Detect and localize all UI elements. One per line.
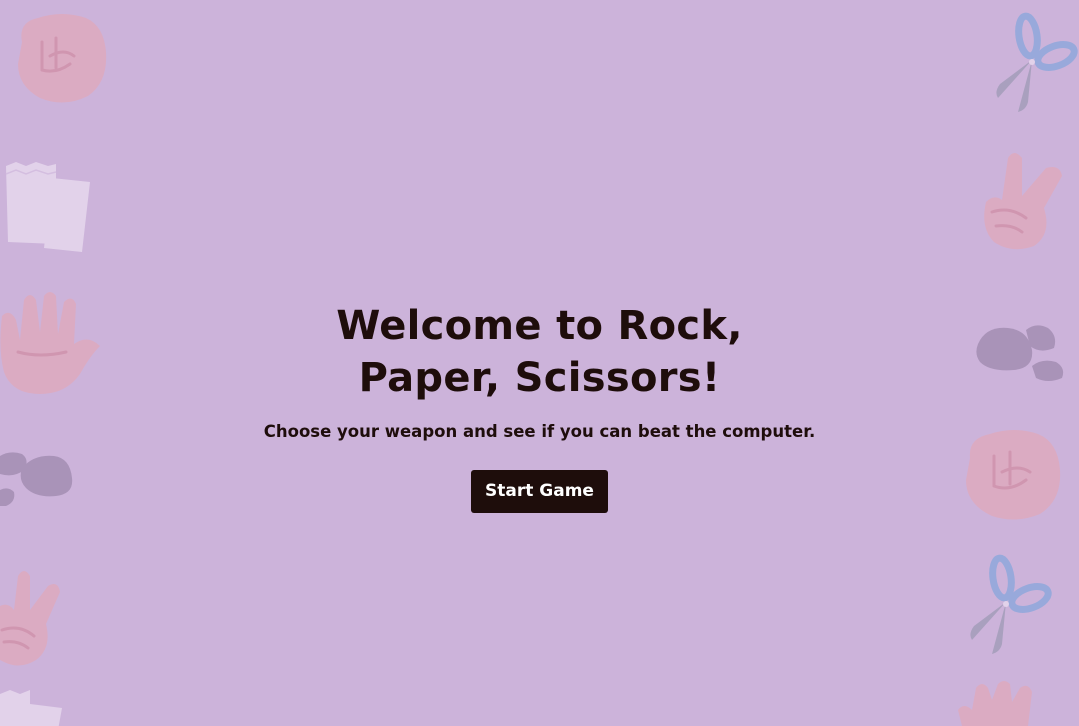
page-title: Welcome to Rock, Paper, Scissors! bbox=[0, 300, 1079, 404]
subtitle: Choose your weapon and see if you can be… bbox=[263, 422, 816, 441]
welcome-panel: Welcome to Rock, Paper, Scissors! Choose… bbox=[0, 300, 1079, 513]
title-line-1: Welcome to Rock, bbox=[336, 303, 743, 349]
fist-icon bbox=[18, 14, 107, 103]
peace-hand-icon bbox=[984, 153, 1062, 250]
title-line-2: Paper, Scissors! bbox=[358, 355, 721, 401]
scissors-icon bbox=[970, 554, 1052, 654]
welcome-screen: Welcome to Rock, Paper, Scissors! Choose… bbox=[0, 0, 1079, 726]
open-hand-icon bbox=[958, 681, 1032, 726]
peace-hand-icon bbox=[0, 571, 60, 666]
paper-icon bbox=[5, 162, 90, 252]
scissors-icon bbox=[996, 12, 1078, 112]
paper-icon bbox=[0, 690, 62, 726]
start-game-button[interactable]: Start Game bbox=[471, 470, 608, 513]
